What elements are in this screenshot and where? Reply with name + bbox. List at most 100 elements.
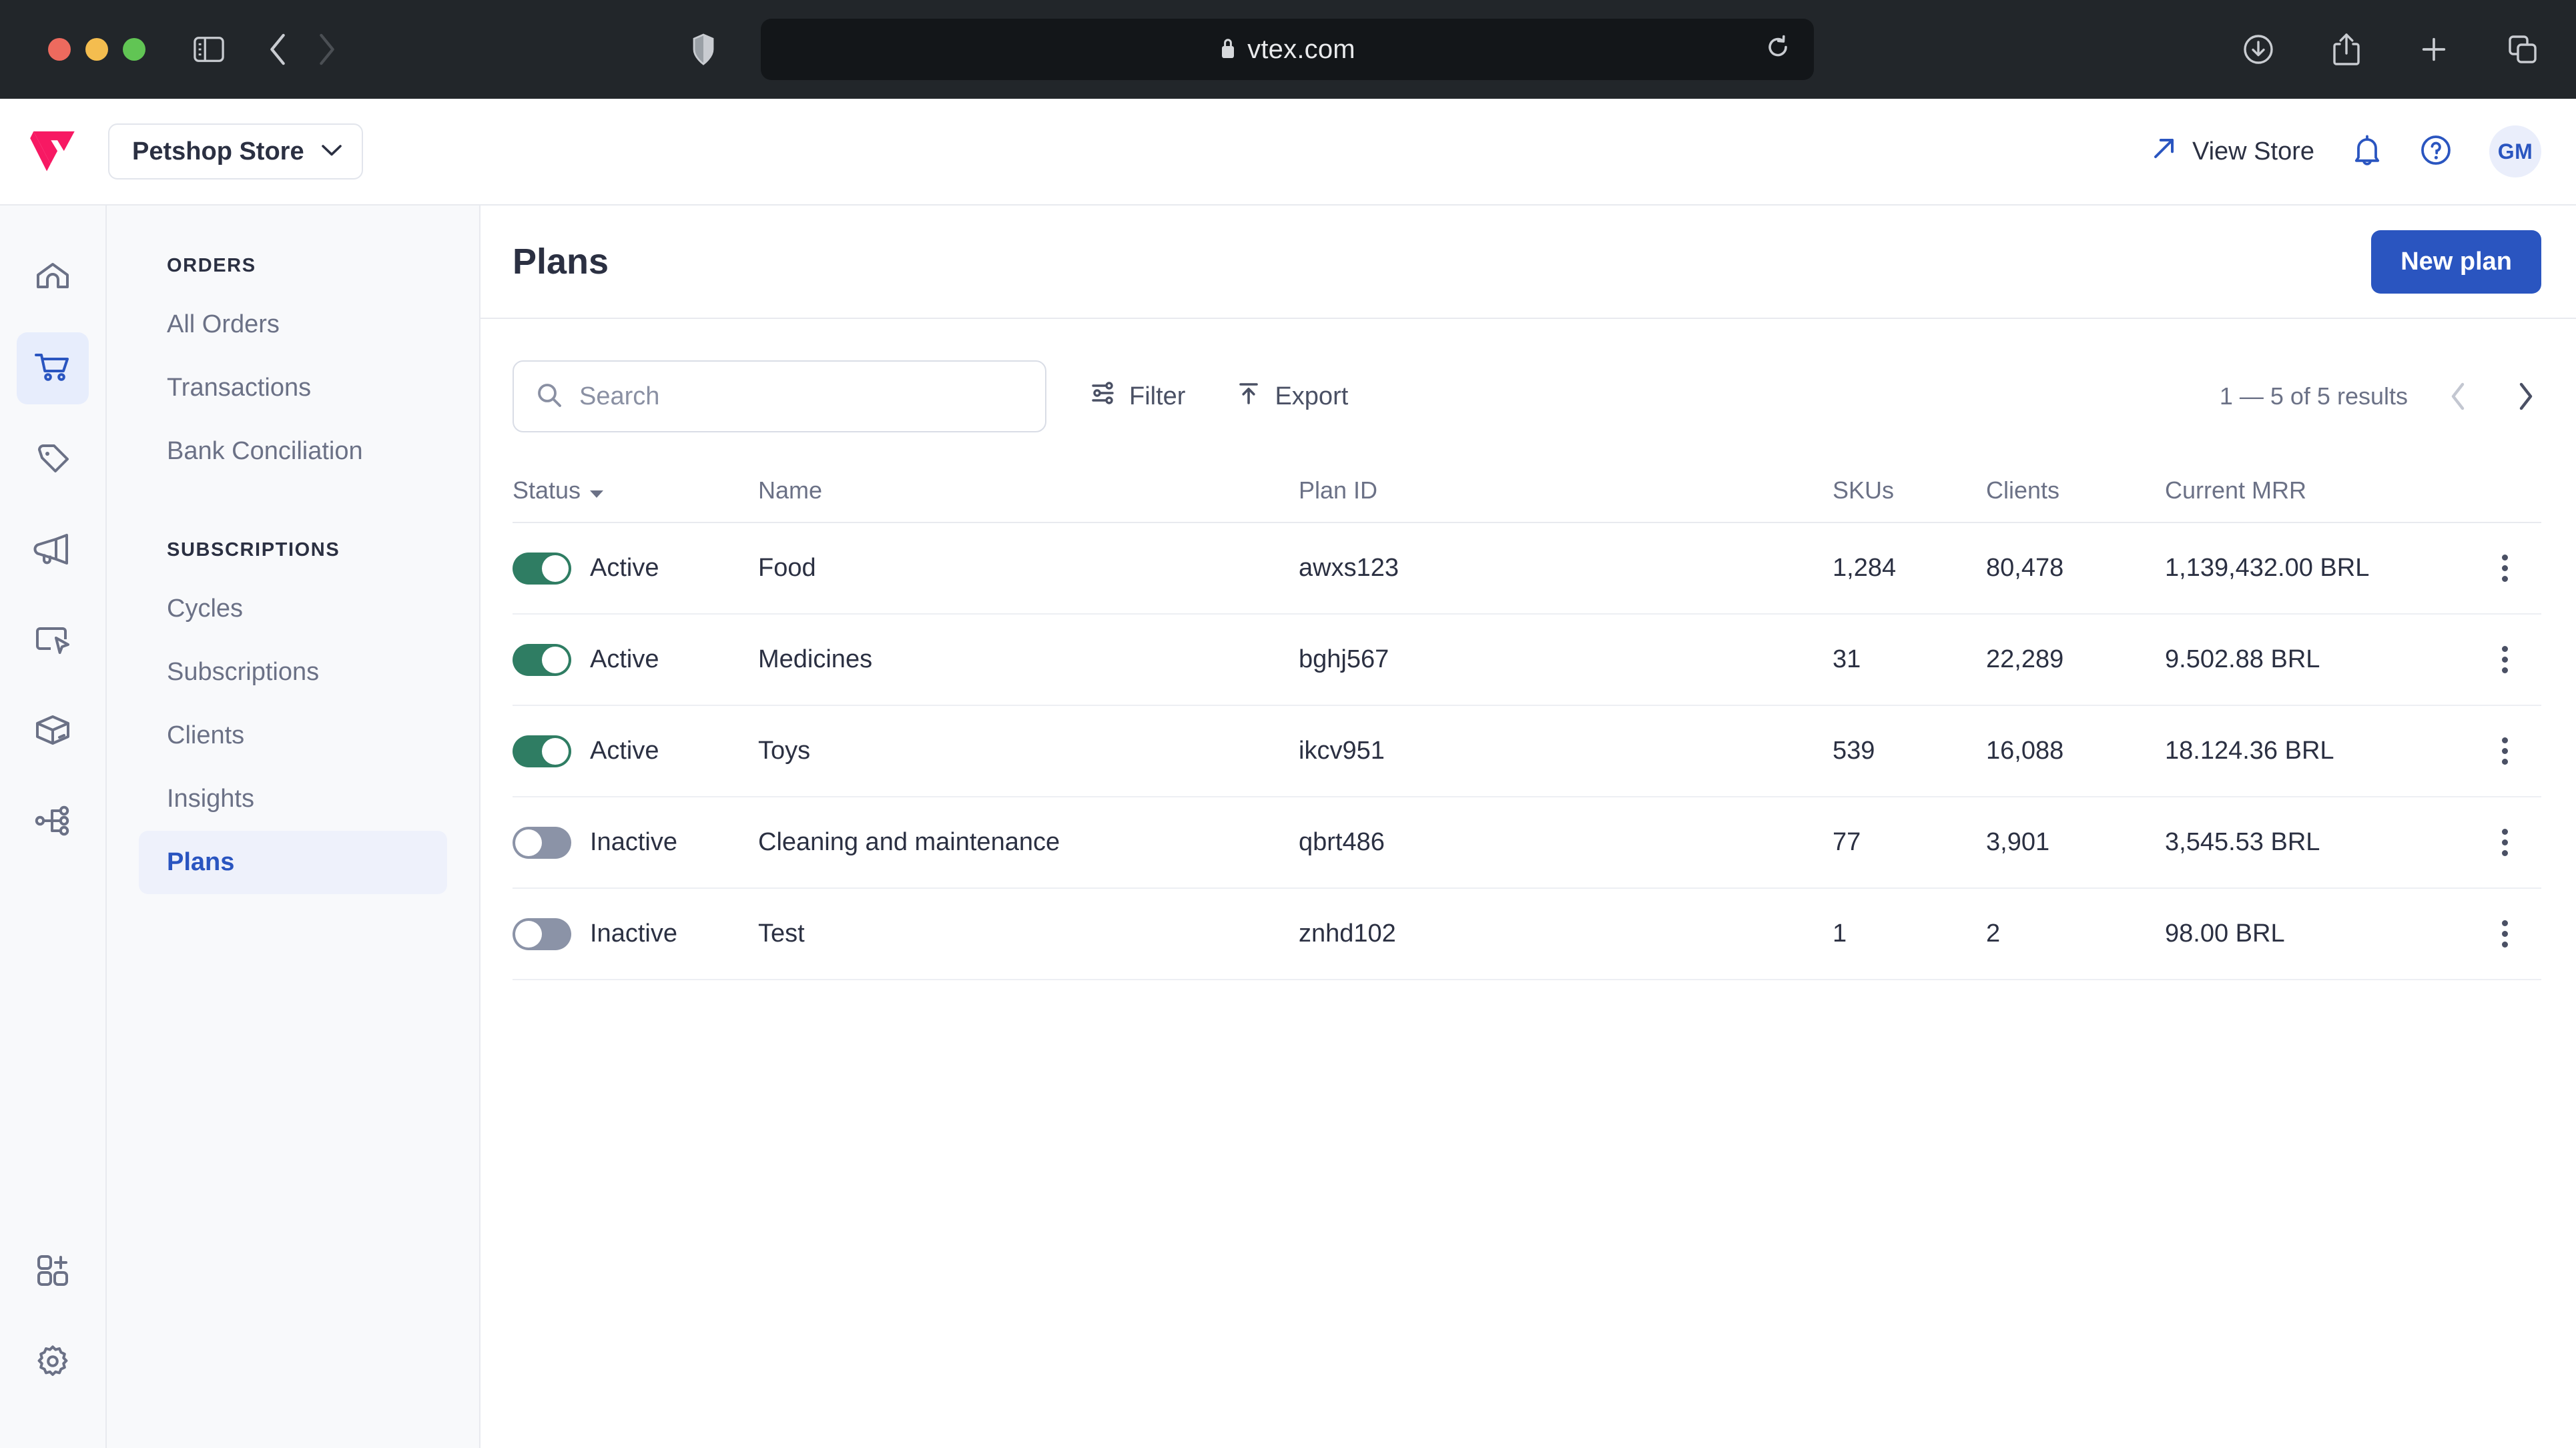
cell-current-mrr: 9.502.88 BRL [2165,645,2320,673]
cart-icon [33,348,72,389]
url-text: vtex.com [1247,34,1355,64]
table-row[interactable]: Active Toys ikcv951 539 16,088 18.124.36… [513,706,2541,797]
search-box[interactable] [513,360,1046,432]
close-window-button[interactable] [48,38,71,61]
rail-item-marketing[interactable] [17,514,89,586]
filter-button[interactable]: Filter [1084,371,1192,422]
address-bar[interactable]: vtex.com [761,19,1814,80]
sidebar-item-clients[interactable]: Clients [139,704,447,767]
window-controls [48,38,145,61]
cell-status: Inactive [513,826,758,859]
browser-titlebar: vtex.com [0,0,2576,99]
cell-name: Food [758,554,816,582]
view-store-button[interactable]: View Store [2151,135,2314,168]
new-plan-button[interactable]: New plan [2371,230,2541,294]
kebab-menu-icon[interactable] [2495,914,2515,954]
main-content: Plans New plan Filter [480,206,2576,1448]
rail-item-settings[interactable] [17,1327,89,1399]
browser-window: vtex.com Petshop Store View Store GM ORD… [0,0,2576,1448]
table-row[interactable]: Active Food awxs123 1,284 80,478 1,139,4… [513,523,2541,615]
tab-overview-icon[interactable] [2507,33,2539,65]
maximize-window-button[interactable] [123,38,145,61]
cell-skus: 1 [1833,920,1847,948]
store-selector[interactable]: Petshop Store [108,123,363,179]
column-header-status[interactable]: Status [513,476,758,504]
sidebar-item-insights[interactable]: Insights [139,767,447,831]
topbar-actions: View Store GM [2151,125,2541,177]
share-icon[interactable] [2332,32,2361,67]
kebab-menu-icon[interactable] [2495,822,2515,863]
vtex-admin-app: Petshop Store View Store GM ORDERS All O… [0,99,2576,1448]
sidebar-toggle-icon[interactable] [194,36,224,63]
toggle-knob [542,646,569,673]
back-arrow-icon[interactable] [267,33,290,66]
prev-page-button[interactable] [2443,375,2475,418]
pagination: 1 — 5 of 5 results [2220,375,2541,418]
rail-item-home[interactable] [17,242,89,314]
sidebar-item-subscriptions[interactable]: Subscriptions [139,641,447,704]
table-row[interactable]: Inactive Cleaning and maintenance qbrt48… [513,797,2541,889]
home-icon [34,258,71,298]
status-toggle[interactable] [513,735,571,767]
forward-arrow-icon[interactable] [315,33,338,66]
external-link-icon [2151,135,2178,168]
next-page-button[interactable] [2509,375,2541,418]
downloads-icon[interactable] [2242,33,2274,65]
storefront-cursor-icon [33,622,72,660]
filter-sliders-icon [1090,380,1116,412]
status-toggle[interactable] [513,918,571,950]
help-circle-icon[interactable] [2420,134,2452,169]
column-header-clients[interactable]: Clients [1986,476,2165,504]
status-toggle[interactable] [513,552,571,585]
export-upload-icon [1236,380,1261,412]
cell-current-mrr: 98.00 BRL [2165,920,2285,948]
cell-status: Inactive [513,918,758,950]
sidebar-item-transactions[interactable]: Transactions [139,356,447,420]
cell-plan-id: qbrt486 [1299,828,1385,856]
status-toggle[interactable] [513,826,571,859]
minimize-window-button[interactable] [85,38,108,61]
rail-item-catalog[interactable] [17,423,89,495]
toggle-knob [542,555,569,582]
rail-item-inventory[interactable] [17,695,89,767]
kebab-menu-icon[interactable] [2495,548,2515,589]
shield-icon[interactable] [691,33,715,65]
reload-icon[interactable] [1766,35,1790,64]
kebab-menu-icon[interactable] [2495,731,2515,771]
vtex-logo[interactable] [29,128,79,175]
status-toggle[interactable] [513,643,571,676]
avatar[interactable]: GM [2489,125,2541,177]
column-header-skus[interactable]: SKUs [1833,476,1986,504]
sidebar-item-all-orders[interactable]: All Orders [139,293,447,356]
table-row[interactable]: Active Medicines bghj567 31 22,289 9.502… [513,615,2541,706]
column-header-name[interactable]: Name [758,476,1299,504]
sidebar-item-cycles[interactable]: Cycles [139,577,447,641]
table-toolbar: Filter Export 1 — 5 of 5 results [480,319,2576,459]
cell-name: Test [758,920,805,948]
export-label: Export [1275,382,1349,410]
app-body: ORDERS All Orders Transactions Bank Conc… [0,206,2576,1448]
bell-icon[interactable] [2352,133,2382,170]
sidebar-item-bank-conciliation[interactable]: Bank Conciliation [139,420,447,483]
cell-name: Toys [758,737,811,765]
cell-clients: 80,478 [1986,554,2064,582]
search-input[interactable] [579,382,1022,411]
sitemap-icon [33,803,72,841]
address-bar-container: vtex.com [761,19,1814,80]
table-row[interactable]: Inactive Test znhd102 1 2 98.00 BRL [513,889,2541,980]
kebab-menu-icon[interactable] [2495,639,2515,680]
cell-plan-id: awxs123 [1299,554,1399,582]
plans-table: Status Name Plan ID SKUs Clients Current… [480,459,2576,980]
rail-item-orders[interactable] [17,332,89,404]
rail-item-sitemap[interactable] [17,786,89,858]
toggle-knob [515,920,542,948]
app-topbar: Petshop Store View Store GM [0,99,2576,206]
sidebar-item-plans[interactable]: Plans [139,831,447,894]
export-button[interactable]: Export [1229,371,1355,422]
column-header-current-mrr[interactable]: Current MRR [2165,476,2468,504]
plus-icon[interactable] [2419,34,2449,65]
rail-item-apps[interactable] [17,1236,89,1308]
rail-item-storefront[interactable] [17,605,89,677]
column-header-plan-id[interactable]: Plan ID [1299,476,1833,504]
cell-plan-id: ikcv951 [1299,737,1385,765]
